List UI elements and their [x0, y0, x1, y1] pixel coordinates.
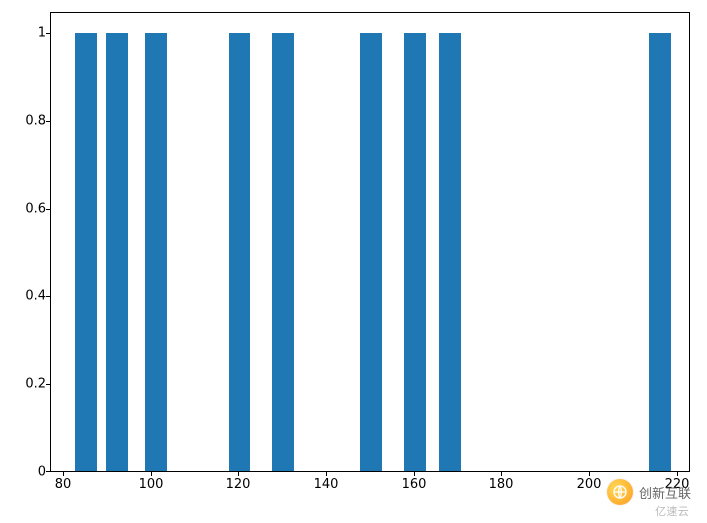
x-tick-mark [501, 472, 502, 476]
x-tick-label: 100 [139, 477, 164, 492]
x-tick-mark [63, 472, 64, 476]
x-tick-mark [151, 472, 152, 476]
bar [360, 33, 382, 471]
y-tick-label: 0.8 [25, 114, 46, 129]
watermark: 创新互联 [607, 479, 691, 505]
x-tick-label: 80 [55, 477, 72, 492]
x-tick-label: 160 [402, 477, 427, 492]
x-tick-mark [238, 472, 239, 476]
x-tick-label: 140 [314, 477, 339, 492]
bar [272, 33, 294, 471]
bar [106, 33, 128, 471]
x-tick-mark [414, 472, 415, 476]
bar [439, 33, 461, 471]
bar [145, 33, 167, 471]
x-tick-mark [677, 472, 678, 476]
globe-icon [607, 479, 633, 505]
plot-area [51, 13, 689, 471]
watermark-subtext: 亿速云 [655, 503, 689, 519]
x-tick-label: 180 [489, 477, 514, 492]
bar [649, 33, 671, 471]
y-tick-label: 0.2 [25, 377, 46, 392]
bar [404, 33, 426, 471]
figure: 0 0.2 0.4 0.6 0.8 1 80 100 120 140 160 1… [0, 0, 707, 523]
y-tick-label: 1 [38, 26, 46, 41]
y-tick-label: 0.6 [25, 202, 46, 217]
x-tick-mark [326, 472, 327, 476]
x-tick-label: 200 [577, 477, 602, 492]
bar [75, 33, 97, 471]
bar [229, 33, 251, 471]
watermark-text: 创新互联 [639, 483, 691, 502]
y-tick-label: 0 [38, 465, 46, 480]
y-tick-label: 0.4 [25, 289, 46, 304]
x-tick-mark [589, 472, 590, 476]
axes [50, 12, 690, 472]
x-tick-label: 120 [226, 477, 251, 492]
